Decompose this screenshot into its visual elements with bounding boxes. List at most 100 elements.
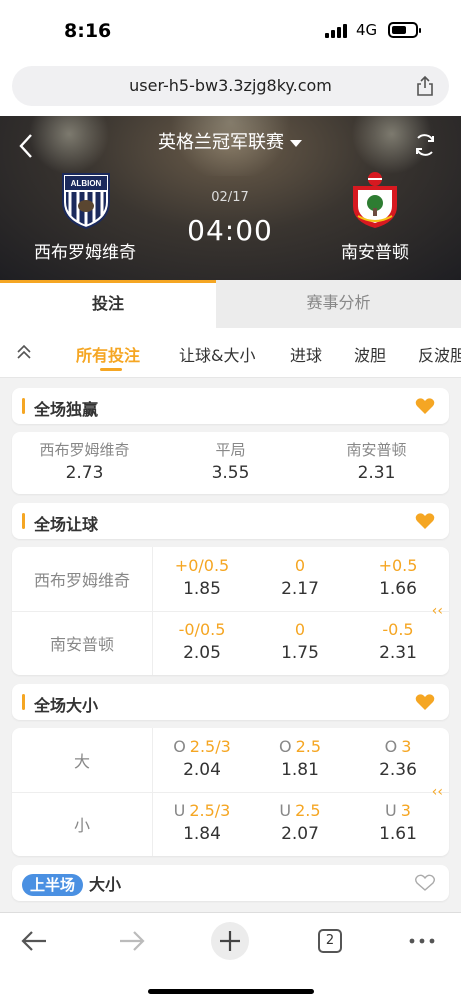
ou-prefix: U: [385, 801, 397, 820]
home-team-name: 西布罗姆维奇: [34, 243, 136, 263]
over-under-odds: 大 O 2.5/3 2.04 O 2.5 1.81 O3 2.36 ‹‹ 小 U 2.…: [12, 728, 449, 856]
back-icon[interactable]: [16, 132, 36, 160]
tab-all-bets[interactable]: 所有投注: [76, 342, 140, 366]
ou-line: 3: [400, 801, 411, 820]
odds-cell[interactable]: O3 2.36: [350, 736, 446, 782]
odds-value: 1.66: [379, 579, 417, 599]
section-title: 上半场 大小: [22, 871, 121, 896]
section-title: 全场让球: [34, 515, 99, 534]
ou-prefix: U: [173, 801, 186, 820]
svg-text:ALBION: ALBION: [71, 179, 102, 188]
odds-draw[interactable]: 平局 3.55: [158, 440, 303, 486]
tabs-button[interactable]: 2: [318, 929, 342, 953]
heart-icon[interactable]: [415, 397, 435, 415]
odds-home[interactable]: 西布罗姆维奇 2.73: [12, 440, 157, 486]
odds-value: 2.05: [183, 643, 221, 663]
section-header-over-under[interactable]: 全场大小: [12, 684, 449, 720]
odds-cell[interactable]: U 2.5 2.07: [252, 800, 348, 846]
odds-value: 1.85: [183, 579, 221, 599]
more-icon[interactable]: [402, 927, 442, 955]
odds-cell[interactable]: U3 1.61: [350, 800, 446, 846]
odds-value: 2.36: [379, 760, 417, 780]
first-half-badge: 上半场: [22, 874, 84, 896]
ou-prefix: U: [279, 801, 292, 820]
over-row: 大 O 2.5/3 2.04 O 2.5 1.81 O3 2.36: [12, 728, 449, 792]
tab-handicap-ou[interactable]: 让球&大小: [179, 342, 255, 366]
handicap-line: -0.5: [382, 620, 414, 639]
url-text[interactable]: user-h5-bw3.3zjg8ky.com: [12, 66, 449, 106]
heart-icon[interactable]: [415, 693, 435, 711]
section-header-handicap[interactable]: 全场让球: [12, 503, 449, 539]
odds-value: 1.61: [379, 824, 417, 844]
home-indicator: [148, 989, 314, 994]
row-label: 南安普顿: [49, 635, 114, 654]
market-tabs: 所有投注 让球&大小 进球 波胆 反波胆: [0, 328, 461, 378]
odds-value: 1.75: [281, 643, 319, 663]
ou-line: 2.5/3: [189, 801, 231, 820]
odds-label: 南安普顿: [346, 441, 407, 459]
handicap-line: -0/0.5: [178, 620, 226, 639]
odds-cell[interactable]: O 2.5 1.81: [252, 736, 348, 782]
odds-away[interactable]: 南安普顿 2.31: [304, 440, 449, 486]
odds-value: 2.04: [183, 760, 221, 780]
odds-value: 2.17: [281, 579, 319, 599]
odds-value: 1.84: [183, 824, 221, 844]
ou-line: 2.5/3: [189, 737, 231, 756]
section-header-half-ou[interactable]: 上半场 大小: [12, 865, 449, 901]
handicap-line: +0.5: [378, 556, 418, 575]
ou-line: 2.5: [295, 801, 321, 820]
ou-prefix: O: [384, 737, 398, 756]
full-win-odds: 西布罗姆维奇 2.73 平局 3.55 南安普顿 2.31: [12, 432, 449, 494]
arrow-right-icon[interactable]: [112, 927, 152, 955]
league-selector[interactable]: 英格兰冠军联赛: [130, 130, 330, 156]
battery-icon: [388, 22, 421, 38]
away-team-crest: [353, 172, 397, 228]
tab-analysis[interactable]: 赛事分析: [216, 280, 461, 328]
odds-value: 3.55: [211, 463, 250, 483]
browser-toolbar: 2: [0, 912, 461, 1000]
odds-value: 2.73: [65, 463, 104, 483]
section-title-text: 大小: [89, 875, 122, 894]
collapse-up-icon[interactable]: [14, 342, 34, 362]
arrow-left-icon[interactable]: [14, 927, 54, 955]
odds-cell[interactable]: +0.5 1.66: [350, 555, 446, 601]
network-type: 4G: [356, 21, 378, 39]
refresh-icon[interactable]: [412, 132, 438, 158]
active-tab-indicator: [100, 368, 122, 371]
plus-icon[interactable]: [210, 921, 250, 961]
handicap-odds: 西布罗姆维奇 +0/0.5 1.85 0 2.17 +0.5 1.66 ‹‹ 南…: [12, 547, 449, 675]
address-bar[interactable]: user-h5-bw3.3zjg8ky.com: [12, 66, 449, 106]
share-icon[interactable]: [415, 75, 435, 97]
handicap-line: +0/0.5: [174, 556, 230, 575]
odds-cell[interactable]: -0/0.5 2.05: [154, 619, 250, 665]
tab-anti-correct-score[interactable]: 反波胆: [418, 342, 461, 366]
odds-value: 2.31: [379, 643, 417, 663]
heart-icon[interactable]: [415, 512, 435, 530]
caret-down-icon: [290, 139, 302, 147]
section-header-full-win[interactable]: 全场独赢: [12, 388, 449, 424]
match-time: 04:00: [187, 214, 273, 247]
row-label: 西布罗姆维奇: [33, 571, 130, 590]
odds-cell[interactable]: O 2.5/3 2.04: [154, 736, 250, 782]
handicap-line: 0: [294, 556, 306, 575]
match-date: 02/17: [211, 190, 249, 205]
browser-address-area: user-h5-bw3.3zjg8ky.com: [0, 62, 461, 116]
tab-correct-score[interactable]: 波胆: [354, 342, 386, 366]
signal-icon: [325, 24, 349, 38]
row-label: 大: [73, 752, 90, 771]
status-bar: 8:16 4G: [0, 0, 461, 62]
handicap-row-away: 南安普顿 -0/0.5 2.05 0 1.75 -0.5 2.31: [12, 611, 449, 675]
odds-label: 平局: [215, 441, 246, 459]
home-team-crest: ALBION: [62, 173, 110, 230]
ou-prefix: O: [173, 737, 186, 756]
tab-goals[interactable]: 进球: [290, 342, 322, 366]
odds-cell[interactable]: +0/0.5 1.85: [154, 555, 250, 601]
match-header: 英格兰冠军联赛 ALBION 西布罗姆维奇 02/17 04:00 南安普顿: [0, 116, 461, 280]
heart-icon[interactable]: [415, 874, 435, 892]
odds-cell[interactable]: U 2.5/3 1.84: [154, 800, 250, 846]
odds-cell[interactable]: 0 2.17: [252, 555, 348, 601]
odds-cell[interactable]: -0.5 2.31: [350, 619, 446, 665]
tab-betting[interactable]: 投注: [0, 280, 216, 328]
odds-cell[interactable]: 0 1.75: [252, 619, 348, 665]
status-time: 8:16: [64, 20, 112, 42]
